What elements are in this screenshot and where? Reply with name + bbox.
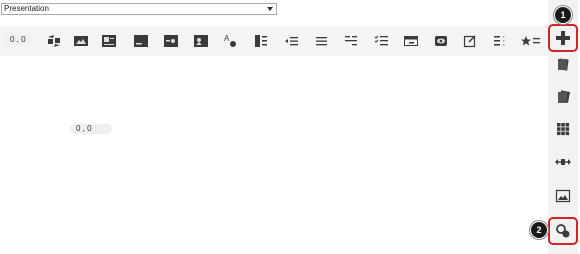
search-settings-icon xyxy=(556,224,570,238)
grid-button[interactable] xyxy=(551,117,575,141)
picture-icon xyxy=(555,189,571,203)
vertical-dots-icon[interactable] xyxy=(491,32,509,50)
move-button[interactable] xyxy=(551,150,575,174)
add-button[interactable] xyxy=(551,26,575,50)
callout-2: 2 xyxy=(530,221,548,239)
card-button[interactable] xyxy=(551,85,575,109)
position-counter: 0 , 0 xyxy=(4,35,32,45)
card-stack-button[interactable] xyxy=(551,52,575,76)
media-icon[interactable] xyxy=(162,32,180,50)
image-left-text-icon[interactable] xyxy=(100,32,118,50)
window-icon[interactable] xyxy=(402,32,420,50)
slide-type-dropdown[interactable]: Presentation xyxy=(1,3,277,15)
chevron-down-icon xyxy=(267,7,273,11)
card-icon xyxy=(558,90,570,103)
bullet-list-icon[interactable] xyxy=(282,32,300,50)
checklist-icon[interactable] xyxy=(372,32,390,50)
star-list-icon[interactable] xyxy=(520,32,542,50)
callout-1: 1 xyxy=(554,6,572,24)
svg-text:A: A xyxy=(224,34,230,43)
replace-image-icon[interactable] xyxy=(45,32,63,50)
text-styles-icon[interactable]: A xyxy=(221,32,239,50)
picture-button[interactable] xyxy=(551,184,575,208)
image-right-text-icon[interactable] xyxy=(192,32,210,50)
indent-list-icon[interactable] xyxy=(342,32,360,50)
eye-icon[interactable] xyxy=(432,32,450,50)
add-icon xyxy=(556,31,570,45)
search-settings-button[interactable] xyxy=(551,219,575,243)
move-icon xyxy=(555,159,571,165)
card-stack-icon xyxy=(558,58,569,71)
grid-icon xyxy=(557,123,570,136)
columns-icon[interactable] xyxy=(252,32,270,50)
plain-list-icon[interactable] xyxy=(312,32,330,50)
canvas-position-counter: 0 , 0 xyxy=(70,124,112,134)
dropdown-value: Presentation xyxy=(4,4,49,13)
image-icon[interactable] xyxy=(72,32,90,50)
image-caption-icon[interactable] xyxy=(132,32,150,50)
edit-icon[interactable] xyxy=(461,32,479,50)
